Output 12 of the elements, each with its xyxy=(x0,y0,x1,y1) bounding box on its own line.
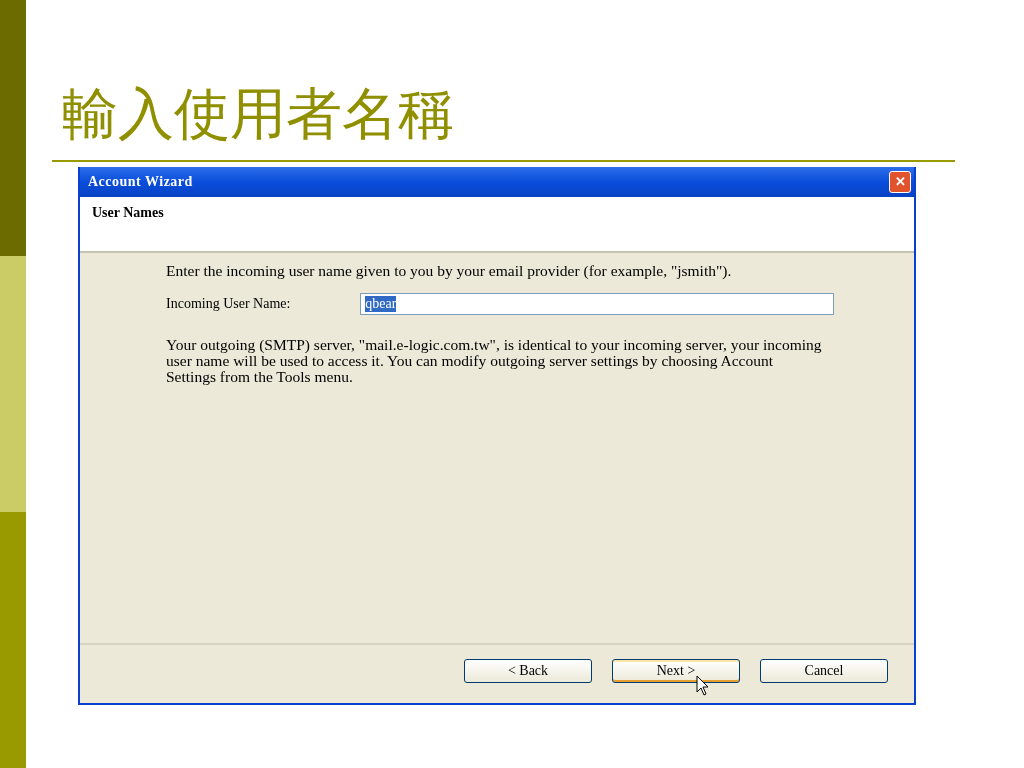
window-title: Account Wizard xyxy=(88,174,193,190)
page-heading: User Names xyxy=(92,205,164,220)
instruction-text: Enter the incoming user name given to you by your email provider (for example, "jsmith"). xyxy=(166,263,733,279)
info-text: Your outgoing (SMTP) server, "mail.e-logic.com.tw", is identical to your incoming server, your incoming user name will be used to access it. You can modify outgoing server settings by choosing Account Settings from the Tools menu. xyxy=(166,337,823,385)
input-field[interactable]: qbear xyxy=(360,293,834,315)
field-label: Incoming User Name: xyxy=(166,296,292,312)
wizard-button[interactable]: Cancel xyxy=(760,659,888,683)
slide-title: 輸入使用者名稱 xyxy=(62,80,455,148)
close-button[interactable]: ✕ xyxy=(889,171,911,193)
wizard-button[interactable]: < Back xyxy=(464,659,592,683)
wizard-button[interactable]: Next > xyxy=(612,659,740,683)
pointer-icon xyxy=(696,675,710,697)
